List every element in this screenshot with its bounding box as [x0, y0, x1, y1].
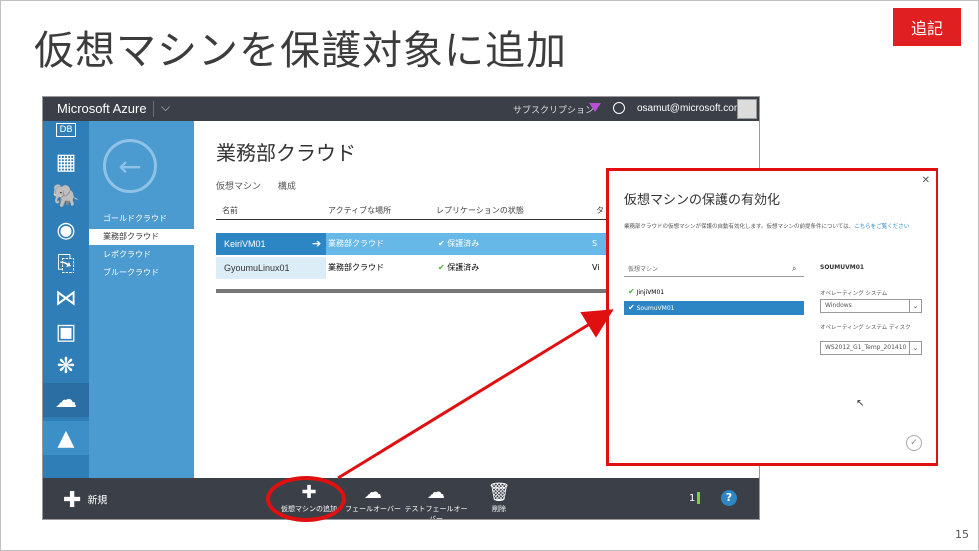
ok-check-icon[interactable]: ✓	[906, 435, 922, 451]
os-disk-label: オペレーティング システム ディスク	[820, 325, 911, 331]
dialog-description-text: 業務部クラウドの仮想マシンが保護の自動有効化します。仮想マシンの前提条件について…	[624, 224, 855, 230]
tab-config[interactable]: 構成	[278, 182, 296, 192]
cloud-tree-icon[interactable]: ❋	[43, 349, 89, 383]
count-value: 1	[689, 493, 696, 504]
help-link[interactable]: こちらをご覧ください	[854, 224, 909, 230]
protection-dialog: 仮想マシンの保護の有効化 ✕ 業務部クラウドの仮想マシンが保護の自動有効化します…	[610, 171, 936, 463]
command-bar: ✚ 新規 ✚ 仮想マシンの追加 ☁ フェールオーバー ☁ テストフェールオーバー 🗑 削除…	[43, 478, 759, 520]
dialog-title: 仮想マシンの保護の有効化	[624, 193, 781, 208]
os-disk-select[interactable]: WS2012_G1_Temp_201410 ⌄	[820, 341, 922, 355]
vm-status: ✔ 保護済み	[438, 257, 479, 279]
os-select[interactable]: Windows ⌄	[820, 299, 922, 313]
cloud-nav: ← ゴールドクラウド 業務部クラウド レポクラウド ブルークラウド	[89, 121, 194, 478]
tab-bar: 仮想マシン 構成	[216, 179, 310, 192]
arrow-right-icon[interactable]: ➔	[312, 233, 321, 255]
avatar[interactable]	[737, 99, 757, 119]
close-icon[interactable]: ✕	[922, 175, 930, 186]
check-icon: ✔	[438, 239, 445, 248]
delete-label: 削除	[492, 505, 506, 513]
elephant-icon[interactable]: 🐘	[43, 179, 89, 213]
check-icon: ✔	[628, 287, 635, 296]
mountain-icon[interactable]: ▲	[43, 421, 89, 455]
check-icon: ✔	[628, 303, 635, 312]
doc-export-icon[interactable]: ⎘	[43, 247, 89, 281]
tab-vms[interactable]: 仮想マシン	[216, 182, 261, 192]
user-email[interactable]: osamut@microsoft.com	[637, 103, 742, 114]
mouse-cursor-icon: ↖	[856, 398, 865, 409]
filter-icon[interactable]	[589, 103, 601, 112]
vm-location: 業務部クラウド	[328, 239, 384, 248]
col-header-location[interactable]: アクティブな場所	[328, 205, 391, 216]
cloud-failover-icon: ☁	[364, 482, 382, 503]
db-icon[interactable]: DB	[43, 113, 89, 147]
failover-button[interactable]: ☁ フェールオーバー	[343, 478, 403, 519]
horizontal-scrollbar[interactable]	[216, 289, 606, 293]
table-row[interactable]: GyoumuLinux01 業務部クラウド ✔ 保護済み Vi	[216, 257, 606, 279]
brand-divider	[153, 101, 154, 117]
globe-icon[interactable]	[613, 102, 625, 114]
chevron-down-icon: ⌄	[909, 342, 921, 354]
new-button[interactable]: ✚ 新規	[63, 488, 107, 513]
addendum-badge: 追記	[893, 8, 961, 46]
plus-icon: ✚	[63, 488, 82, 513]
notification-count[interactable]: 1	[689, 492, 707, 504]
new-label: 新規	[87, 495, 108, 507]
vm-list-item[interactable]: ✔ SoumuVM01	[624, 301, 804, 315]
cloud-test-icon: ☁	[427, 482, 445, 503]
highlight-ellipse	[266, 476, 346, 522]
nav-item-gold[interactable]: ゴールドクラウド	[89, 211, 194, 227]
table-icon[interactable]: ▦	[43, 145, 89, 179]
subscription-label[interactable]: サブスクリプション	[513, 103, 594, 116]
chevron-down-icon: ⌄	[909, 300, 921, 312]
media-icon[interactable]: ◉	[43, 213, 89, 247]
service-iconbar: DB ▦ 🐘 ◉ ⎘ ⋈ ▣ ❋ ☁ ▲	[43, 121, 89, 478]
visual-studio-icon[interactable]: ⋈	[43, 281, 89, 315]
col-header-name[interactable]: 名前	[222, 205, 238, 216]
test-failover-label: テストフェールオーバー	[404, 505, 468, 520]
list-icon	[697, 492, 707, 504]
page-number: 15	[955, 528, 969, 541]
page-title: 業務部クラウド	[216, 141, 356, 165]
col-header-status[interactable]: レプリケーションの状態	[436, 205, 524, 216]
trash-icon: 🗑	[487, 482, 511, 503]
slide-title: 仮想マシンを保護対象に追加	[34, 28, 567, 74]
dialog-description: 業務部クラウドの仮想マシンが保護の自動有効化します。仮想マシンの前提条件について…	[624, 223, 924, 232]
cloud-icon[interactable]: ☁	[43, 383, 89, 417]
nav-item-business[interactable]: 業務部クラウド	[89, 229, 194, 245]
vm-extra: Vi	[592, 263, 600, 272]
help-icon[interactable]: ?	[721, 490, 737, 506]
vm-list-item[interactable]: ✔ JinjiVM01	[624, 285, 804, 299]
backup-icon[interactable]: ▣	[43, 315, 89, 349]
vm-name[interactable]: KeiriVM01	[216, 233, 326, 255]
check-icon: ✔	[438, 263, 445, 272]
os-label: オペレーティング システム	[820, 291, 888, 297]
vm-status-text: 保護済み	[447, 239, 480, 248]
vm-location: 業務部クラウド	[328, 263, 384, 272]
selected-vm-title: SOUMUVM01	[820, 264, 865, 271]
test-failover-button[interactable]: ☁ テストフェールオーバー	[403, 478, 469, 520]
os-disk-value: WS2012_G1_Temp_201410	[825, 344, 907, 351]
portal-topbar: Microsoft Azure ⌵ サブスクリプション osamut@micro…	[43, 97, 759, 121]
header-divider	[216, 219, 606, 220]
search-icon[interactable]: ⌕	[792, 264, 796, 274]
os-value: Windows	[825, 302, 852, 309]
vm-list-label: JinjiVM01	[636, 289, 665, 296]
vm-status-text: 保護済み	[447, 263, 480, 272]
col-header-extra[interactable]: タ	[596, 205, 604, 216]
vm-extra: S	[592, 239, 598, 248]
back-arrow-icon[interactable]: ←	[103, 139, 157, 193]
table-row[interactable]: KeiriVM01 ➔ 業務部クラウド ✔ 保護済み S	[216, 233, 606, 255]
chevron-down-icon[interactable]: ⌵	[161, 100, 170, 115]
delete-button[interactable]: 🗑 削除	[479, 478, 519, 519]
vm-list-label: SoumuVM01	[636, 305, 675, 312]
vm-name[interactable]: GyoumuLinux01	[216, 257, 326, 279]
failover-label: フェールオーバー	[345, 505, 401, 513]
vm-status: ✔ 保護済み	[438, 233, 479, 255]
vm-search-input[interactable]: 仮想マシン	[624, 264, 804, 277]
nav-item-blue[interactable]: ブルークラウド	[89, 265, 194, 281]
nav-item-report[interactable]: レポクラウド	[89, 247, 194, 263]
